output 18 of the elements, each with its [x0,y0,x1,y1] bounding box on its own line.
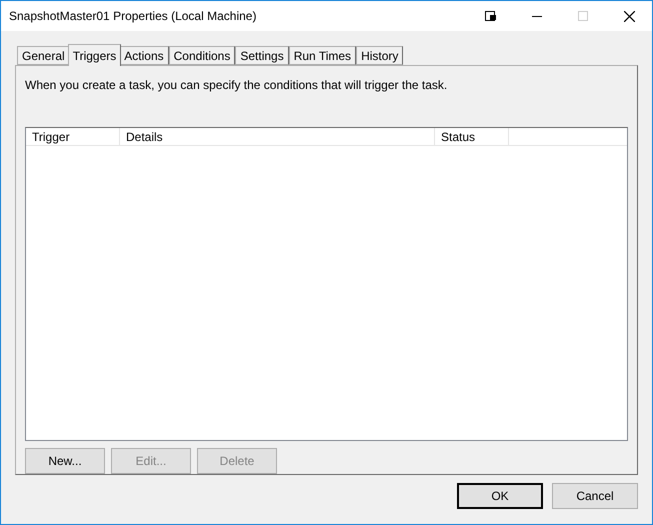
column-header[interactable]: Trigger [26,128,120,145]
dialog-button[interactable]: OK [457,483,543,509]
tab[interactable]: Run Times [288,46,356,65]
column-header[interactable]: Status [435,128,509,145]
tab[interactable]: Conditions [168,46,236,65]
tab[interactable]: Triggers [68,44,122,66]
panel-button[interactable]: New... [25,448,105,474]
tab[interactable]: History [356,46,404,65]
tab[interactable]: Settings [235,46,289,65]
tab[interactable]: General [17,46,70,65]
window-title: SnapshotMaster01 Properties (Local Machine) [9,9,258,23]
close-icon[interactable] [624,10,634,22]
dialog-button[interactable]: Cancel [552,483,638,509]
description-text: When you create a task, you can specify the conditions that will trigger the task. [25,78,448,94]
snap-icon[interactable] [485,10,497,22]
column-header[interactable]: Details [120,128,435,145]
tab[interactable]: Actions [119,46,169,65]
maximize-icon [578,11,588,21]
